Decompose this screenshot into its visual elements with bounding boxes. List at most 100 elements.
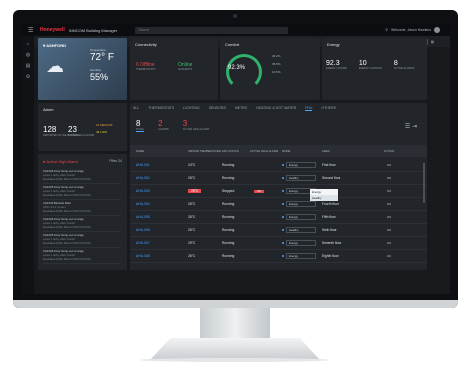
row-name[interactable]: AHU-004 (130, 202, 188, 206)
alarm-low: 46 LOW (96, 130, 108, 134)
table-row[interactable]: AHU-007 29°C Running Energy Seventh floor ••• (130, 237, 427, 250)
tab-meter[interactable]: METER (235, 106, 247, 111)
col-area[interactable]: AREA (322, 149, 374, 153)
brand-logo: Honeywell (40, 27, 65, 33)
tab-sensors[interactable]: SENSORS (209, 106, 226, 111)
settings-icon[interactable]: ⚙ (22, 74, 34, 80)
mode-select[interactable]: Energy (286, 214, 316, 220)
avatar[interactable] (434, 27, 440, 33)
scrollbar[interactable] (423, 163, 425, 203)
row-temp: 26°C (188, 202, 196, 206)
user-area[interactable]: ⚲ Welcome, Jason Hawkins (385, 27, 440, 33)
temperature-value: 72° F (90, 52, 115, 63)
table-row[interactable]: AHU-00328°CStoppedONEnergyThird floor••• (130, 185, 427, 198)
row-area: Seventh floor (322, 241, 342, 245)
alarm-item[interactable]: CH1006 Zone Temp out of range Lower Lobby… (43, 249, 121, 264)
energy-values: 92.3 ENERGY SCORE 10 ENERGY SAVINGS 8 ACTIV… (326, 60, 414, 70)
search-input[interactable]: Search (135, 26, 289, 34)
more-icon[interactable]: ••• (374, 215, 404, 219)
tab-lighting[interactable]: LIGHTING (183, 106, 200, 111)
filter-icon[interactable]: ☰ (405, 124, 410, 130)
mode-select[interactable]: Energy (286, 162, 316, 168)
more-icon[interactable]: ••• (374, 163, 404, 167)
row-temp: 28°C (188, 189, 222, 193)
active-alarm-panel: ● Active High Alarm Filter 24 CH1006 Zon… (38, 154, 127, 270)
mode-select[interactable]: Energy (286, 253, 316, 259)
tab-others[interactable]: OTHERS (321, 106, 336, 111)
comfort-card[interactable]: Comfort 92.3% 46.2% 35.5% 10.5% (220, 38, 320, 100)
alarm-item[interactable]: CH1049 Blocked Filter ATRs S1-1 Center Esc… (43, 201, 121, 216)
row-name[interactable]: AHU-003 (130, 189, 188, 193)
table-header: NAME INDOOR TEMPERATURE FAN STATUS ACTIV… (130, 145, 427, 157)
row-name[interactable]: AHU-001 (130, 163, 188, 167)
row-name[interactable]: AHU-008 (130, 254, 188, 258)
row-name[interactable]: AHU-002 (130, 176, 188, 180)
alert-icon[interactable]: ◍ (22, 52, 34, 58)
tab-fhu[interactable]: FHU (305, 106, 313, 111)
alarm-item[interactable]: CH1006 Zone Temp out of range Lower Lobby… (43, 217, 121, 232)
calendar-icon[interactable]: ▦ (431, 40, 434, 44)
dropdown-option[interactable]: Healthy (310, 195, 338, 201)
energy-title: Energy (327, 42, 340, 47)
table-row[interactable]: AHU-006 26°C Running Healthy Sixth floor ••• (130, 224, 427, 237)
energy-card[interactable]: Energy 92.3 ENERGY SCORE 10 ENERGY SAVINGS… (322, 38, 427, 100)
row-mode[interactable]: Energy (282, 162, 322, 168)
alarm-item[interactable]: CH1006 Zone Temp out of range Lower Lobby… (43, 169, 121, 184)
col-action: ACTION (383, 149, 395, 153)
alarm-item[interactable]: CH1005 Zone Temp out of range Lower Lobby… (43, 185, 121, 200)
col-alarm[interactable]: ACTIVE HIGH ALARM (250, 149, 282, 153)
row-name[interactable]: AHU-007 (130, 241, 188, 245)
more-icon[interactable]: ••• (374, 202, 404, 206)
row-status: Running (222, 176, 235, 180)
row-temp: 26°C (188, 215, 196, 219)
alarm-card[interactable]: Alarm 128 REPORTED IN THE BUILDING 23 ACTI… (38, 103, 127, 151)
tab-thermostats[interactable]: THERMOSTATS (148, 106, 174, 111)
stand-shadow (140, 358, 330, 362)
table-row[interactable]: AHU-005 26°C Running Energy Fifth floor ••• (130, 211, 427, 224)
stat-active-high: 3 ACTIVE HIGH ALARM (182, 119, 209, 131)
row-mode[interactable]: Energy (282, 253, 322, 259)
alarm-filter[interactable]: Filter 24 (109, 159, 122, 163)
home-icon[interactable]: ⌂ (22, 41, 34, 47)
building-icon[interactable]: ▤ (22, 63, 34, 69)
mode-select[interactable]: Energy (286, 201, 316, 207)
more-icon[interactable]: ••• (374, 241, 404, 245)
more-icon[interactable]: ••• (374, 176, 404, 180)
tab-all[interactable]: ALL (133, 106, 139, 111)
row-mode[interactable]: Energy (282, 214, 322, 220)
table-row[interactable]: AHU-008 26°C Running Energy Eighth floor ••• (130, 250, 427, 263)
row-mode[interactable]: Healthy (282, 227, 322, 233)
row-name[interactable]: AHU-006 (130, 228, 188, 232)
alarm-item[interactable]: CH1005 Zone Temp out of range Lower Lobby… (43, 233, 121, 248)
search-icon[interactable]: ⚲ (385, 28, 388, 32)
row-area: Sixth floor (322, 228, 337, 232)
online-count: Online GATEWAYS (178, 62, 193, 71)
col-mode[interactable]: MODE (282, 149, 322, 153)
row-name[interactable]: AHU-005 (130, 215, 188, 219)
export-icon[interactable]: ⇥ (412, 124, 417, 130)
row-mode[interactable]: Energy (282, 240, 322, 246)
mode-select[interactable]: Energy (286, 240, 316, 246)
table-row[interactable]: AHU-001 24°C Running Energy First floor ••• (130, 159, 427, 172)
row-status: Running (222, 228, 235, 232)
alarm-medium: 24 MEDIUM (96, 123, 113, 127)
tab-heating[interactable]: HEATING & HOT WATER (256, 106, 296, 111)
table-tools: ☰ ⇥ (405, 123, 417, 130)
mode-select[interactable]: Healthy (286, 175, 316, 181)
table-row[interactable]: AHU-002 26°C Running Healthy Second floor ••• (130, 172, 427, 185)
menu-icon[interactable]: ☰ (28, 27, 34, 34)
col-temp[interactable]: INDOOR TEMPERATURE (188, 149, 222, 153)
more-icon[interactable]: ••• (374, 228, 404, 232)
more-icon[interactable]: ••• (374, 254, 404, 258)
more-icon[interactable]: ••• (374, 189, 404, 193)
row-area: First floor (322, 163, 336, 167)
connectivity-card[interactable]: Connectivity 6 Offline THERMOSTATS Onlin… (130, 38, 218, 100)
stat-total: 8 TOTAL (136, 119, 145, 132)
row-mode[interactable]: Healthy (282, 175, 322, 181)
mode-select[interactable]: Healthy (286, 227, 316, 233)
col-name[interactable]: NAME (130, 149, 188, 153)
table-row[interactable]: AHU-004 26°C Running Energy Fourth floor ••• (130, 198, 427, 211)
alarm-active: 23 ACTIVE HIGH ALARM (68, 125, 95, 137)
row-mode[interactable]: Energy (282, 201, 322, 207)
col-status[interactable]: FAN STATUS (222, 149, 250, 153)
